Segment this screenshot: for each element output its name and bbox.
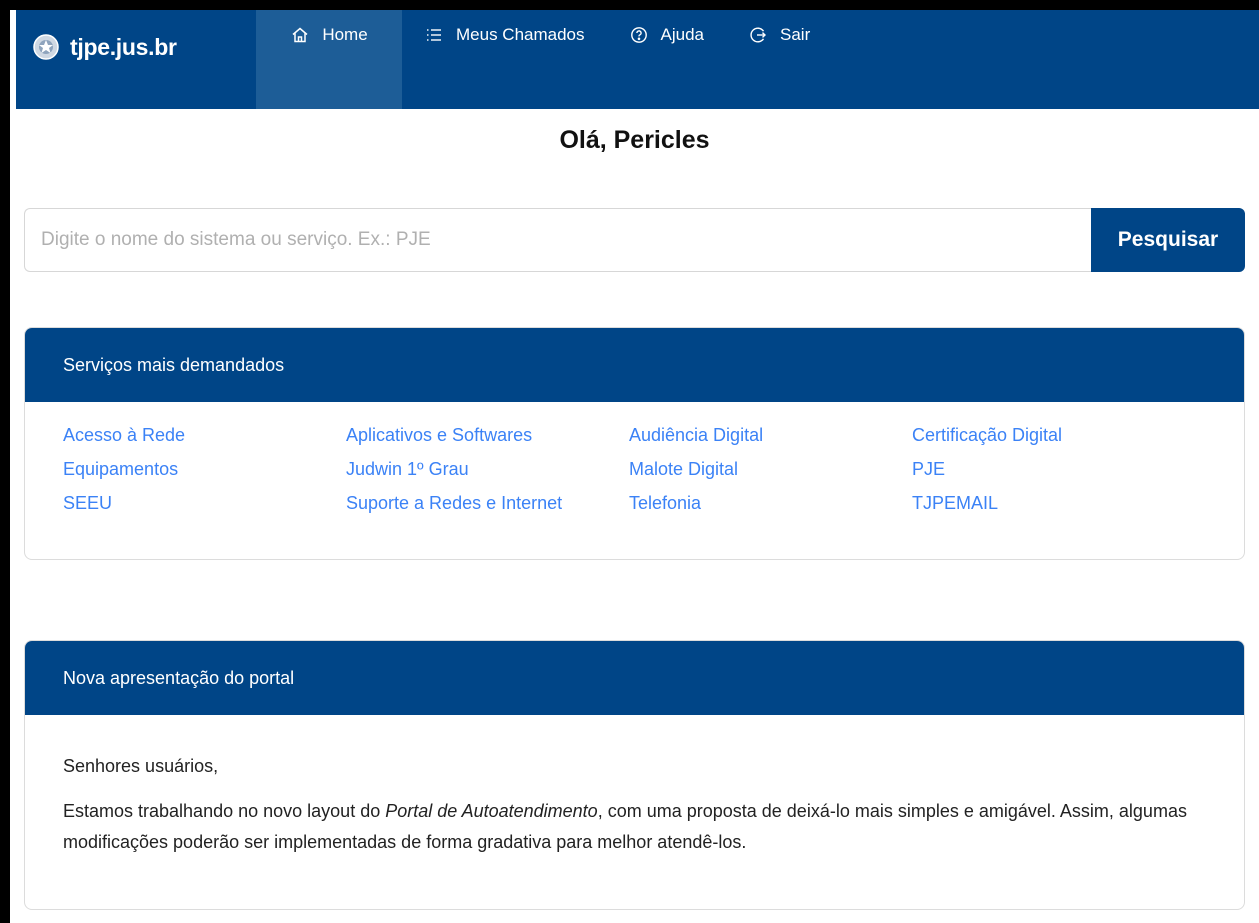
news-text-start: Estamos trabalhando no novo layout do <box>63 801 386 821</box>
news-card-header: Nova apresentação do portal <box>25 641 1244 715</box>
service-link-acesso-a-rede[interactable]: Acesso à Rede <box>63 424 346 446</box>
service-link-aplicativos-e-softwares[interactable]: Aplicativos e Softwares <box>346 424 629 446</box>
service-link-seeu[interactable]: SEEU <box>63 492 346 514</box>
service-link-audiencia-digital[interactable]: Audiência Digital <box>629 424 912 446</box>
coat-of-arms-icon <box>33 34 59 60</box>
list-icon <box>424 25 444 45</box>
service-link-judwin-1-grau[interactable]: Judwin 1º Grau <box>346 458 629 480</box>
nav-home-label: Home <box>322 24 368 44</box>
services-grid: Acesso à Rede Aplicativos e Softwares Au… <box>25 402 1244 514</box>
services-card-header: Serviços mais demandados <box>25 328 1244 402</box>
nav-ajuda-label: Ajuda <box>660 24 704 44</box>
service-link-tjpemail[interactable]: TJPEMAIL <box>912 492 1195 514</box>
top-navbar: tjpe.jus.br Home Meus Chamados Ajuda Sai… <box>16 10 1259 109</box>
greeting-title: Olá, Pericles <box>559 126 710 154</box>
services-card: Serviços mais demandados Acesso à Rede A… <box>24 327 1245 560</box>
service-link-pje[interactable]: PJE <box>912 458 1195 480</box>
page-frame: tjpe.jus.br Home Meus Chamados Ajuda Sai… <box>10 10 1259 923</box>
nav-home[interactable]: Home <box>256 10 402 109</box>
news-body: Senhores usuários, Estamos trabalhando n… <box>25 751 1244 858</box>
brand[interactable]: tjpe.jus.br <box>16 10 256 84</box>
service-link-telefonia[interactable]: Telefonia <box>629 492 912 514</box>
home-icon <box>290 25 310 45</box>
nav-sair[interactable]: Sair <box>726 10 832 109</box>
brand-name: tjpe.jus.br <box>70 33 177 60</box>
nav-sair-label: Sair <box>780 24 811 44</box>
news-card: Nova apresentação do portal Senhores usu… <box>24 640 1245 910</box>
nav-meus-chamados-label: Meus Chamados <box>456 24 585 44</box>
service-link-equipamentos[interactable]: Equipamentos <box>63 458 346 480</box>
news-text-emphasis: Portal de Autoatendimento <box>385 801 598 821</box>
main-nav: Home Meus Chamados Ajuda Sair <box>256 10 832 109</box>
news-paragraph: Estamos trabalhando no novo layout do Po… <box>63 796 1206 858</box>
nav-ajuda[interactable]: Ajuda <box>607 10 726 109</box>
help-circle-icon <box>629 25 649 45</box>
search-bar: Pesquisar <box>24 208 1245 272</box>
service-link-certificacao-digital[interactable]: Certificação Digital <box>912 424 1195 446</box>
search-input[interactable] <box>24 208 1091 272</box>
search-button[interactable]: Pesquisar <box>1091 208 1245 272</box>
logout-icon <box>748 25 768 45</box>
service-link-suporte-a-redes-e-internet[interactable]: Suporte a Redes e Internet <box>346 492 629 514</box>
service-link-malote-digital[interactable]: Malote Digital <box>629 458 912 480</box>
nav-meus-chamados[interactable]: Meus Chamados <box>402 10 607 109</box>
news-greeting: Senhores usuários, <box>63 756 219 776</box>
